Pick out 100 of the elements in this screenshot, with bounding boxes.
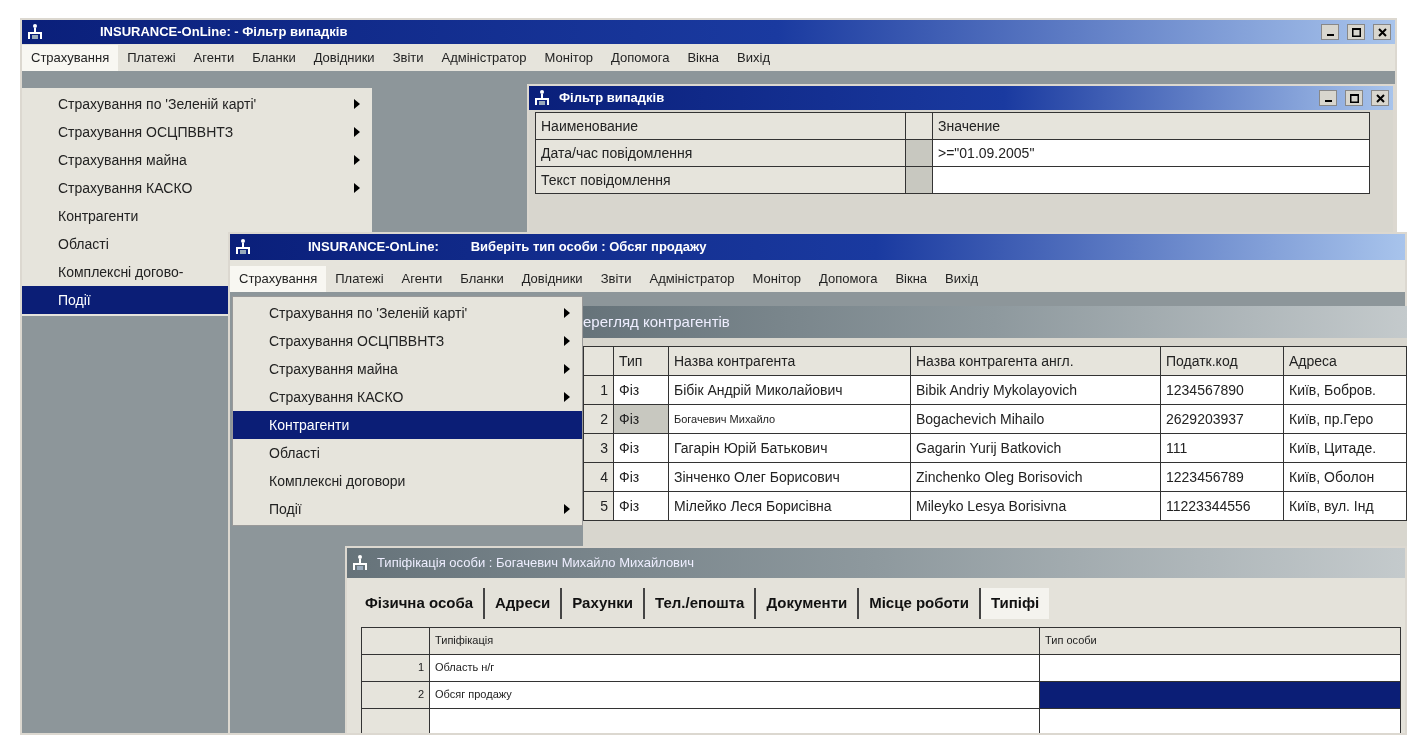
close-icon [1377, 27, 1387, 37]
window-title: INSURANCE-OnLine: - Фільтр випадків [100, 23, 348, 42]
column-header: Тип особи [1039, 627, 1401, 654]
table-cell: Mileyko Lesya Borisivna [910, 491, 1161, 521]
table-cell: Київ, Цитаде. [1283, 433, 1407, 463]
menu-item[interactable]: Контрагенти [233, 411, 582, 439]
menu-item[interactable]: Агенти [392, 266, 452, 292]
window-title: INSURANCE-OnLine: [308, 238, 439, 257]
menu-item[interactable]: Агенти [184, 45, 244, 71]
minimize-button[interactable] [1319, 90, 1337, 106]
menu-item[interactable]: Вікна [886, 266, 937, 292]
table-cell: Київ, Бобров. [1283, 375, 1407, 405]
menu-item[interactable]: Страхування майна [233, 355, 582, 383]
table-cell: Текст повідомлення [535, 166, 906, 194]
column-header: Наименование [535, 112, 906, 140]
table-cell: Обсяг продажу [429, 681, 1040, 708]
tab[interactable]: Фізична особа [355, 588, 485, 619]
tab[interactable]: Рахунки [562, 588, 646, 619]
app-icon [234, 238, 252, 256]
menu-item[interactable]: Контрагенти [22, 202, 372, 230]
tab[interactable]: Документи [756, 588, 860, 619]
menu-item[interactable]: Страхування по 'Зеленій карті' [233, 299, 582, 327]
menu-item[interactable]: Страхування ОСЦПВВНТЗ [233, 327, 582, 355]
table-cell: Дата/час повідомлення [535, 139, 906, 167]
menu-item[interactable]: Довідники [304, 45, 384, 71]
menu-item[interactable]: Довідники [512, 266, 592, 292]
close-button[interactable] [1371, 90, 1389, 106]
menu-item[interactable]: Комплексні договори [233, 467, 582, 495]
minimize-icon [1326, 34, 1334, 36]
window-title: ерегляд контрагентів [583, 311, 730, 332]
menu-item[interactable]: Вікна [678, 45, 729, 71]
table-cell: 1234567890 [1160, 375, 1284, 405]
table-cell: Київ, вул. Інд [1283, 491, 1407, 521]
menu-item[interactable]: Допомога [810, 266, 887, 292]
row-number: 5 [583, 491, 614, 521]
app-icon [351, 554, 369, 572]
menu-item[interactable]: Страхування КАСКО [233, 383, 582, 411]
menu-item[interactable]: Страхування ОСЦПВВНТЗ [22, 118, 372, 146]
menu-item[interactable]: Монітор [535, 45, 603, 71]
menu-item[interactable]: Адміністратор [640, 266, 744, 292]
column-header: Адреса [1283, 346, 1407, 376]
window-subtitle: Виберіть тип особи : Обсяг продажу [470, 238, 707, 257]
column-header: Тип [613, 346, 669, 376]
maximize-button[interactable] [1347, 24, 1365, 40]
maximize-button[interactable] [1345, 90, 1363, 106]
menu-item[interactable]: Області [22, 230, 228, 258]
table-cell: Bibik Andriy Mykolayovich [910, 375, 1161, 405]
menu-item[interactable]: Області [233, 439, 582, 467]
table-cell: Фіз [613, 375, 669, 405]
row-number: 4 [583, 462, 614, 492]
menu-item[interactable]: Страхування [230, 266, 327, 292]
tab[interactable]: Типіфі [980, 588, 1050, 619]
row-number: 3 [583, 433, 614, 463]
row-number: 1 [583, 375, 614, 405]
menu-item[interactable]: Звіти [591, 266, 641, 292]
table-cell: Бібік Андрій Миколайович [668, 375, 911, 405]
table-cell: Мілейко Леся Борисівна [668, 491, 911, 521]
menu-item[interactable]: Бланки [451, 266, 513, 292]
close-icon [1375, 93, 1385, 103]
tab[interactable]: Адреси [485, 588, 563, 619]
menu-item[interactable]: Події [22, 286, 228, 314]
menu-item[interactable]: Платежі [326, 266, 393, 292]
column-header: Назва контрагента [668, 346, 911, 376]
minimize-icon [1324, 100, 1332, 102]
menu-item[interactable]: Страхування [22, 45, 119, 71]
menu-item[interactable]: Комплексні догово- [22, 258, 228, 286]
maximize-icon [1349, 93, 1359, 103]
table-cell: Фіз [613, 433, 669, 463]
table-cell: Gagarin Yurij Batkovich [910, 433, 1161, 463]
menu-item[interactable]: Звіти [383, 45, 433, 71]
menu-item[interactable]: Страхування КАСКО [22, 174, 372, 202]
menu-item[interactable]: Події [233, 495, 582, 523]
table-cell: >="01.09.2005" [932, 139, 1370, 167]
row-number: 2 [583, 404, 614, 434]
table-cell: 111 [1160, 433, 1284, 463]
table-cell: 1223456789 [1160, 462, 1284, 492]
column-header: Податк.код [1160, 346, 1284, 376]
menu-item[interactable]: Платежі [118, 45, 185, 71]
menu-item[interactable]: Допомога [602, 45, 679, 71]
maximize-icon [1351, 27, 1361, 37]
menu-item[interactable]: Бланки [243, 45, 305, 71]
column-header: Типіфікація [429, 627, 1040, 654]
menu-item[interactable]: Вихід [728, 45, 779, 71]
menu-item[interactable]: Страхування майна [22, 146, 372, 174]
column-header: Значение [932, 112, 1370, 140]
menu-item[interactable]: Вихід [936, 266, 987, 292]
table-cell: Zinchenko Oleg Borisovich [910, 462, 1161, 492]
menu-item[interactable]: Страхування по 'Зеленій карті' [22, 90, 372, 118]
minimize-button[interactable] [1321, 24, 1339, 40]
table-cell: 2629203937 [1160, 404, 1284, 434]
menu-item[interactable]: Монітор [743, 266, 811, 292]
menu-item[interactable]: Адміністратор [432, 45, 536, 71]
table-cell: Фіз [613, 491, 669, 521]
app-icon [533, 89, 551, 107]
table-cell: Богачевич Михайло [668, 404, 911, 434]
close-button[interactable] [1373, 24, 1391, 40]
column-header: Назва контрагента англ. [910, 346, 1161, 376]
tab[interactable]: Тел./епошта [645, 588, 757, 619]
window-title: Фільтр випадків [559, 89, 665, 108]
table-cell: Гагарін Юрій Батькович [668, 433, 911, 463]
